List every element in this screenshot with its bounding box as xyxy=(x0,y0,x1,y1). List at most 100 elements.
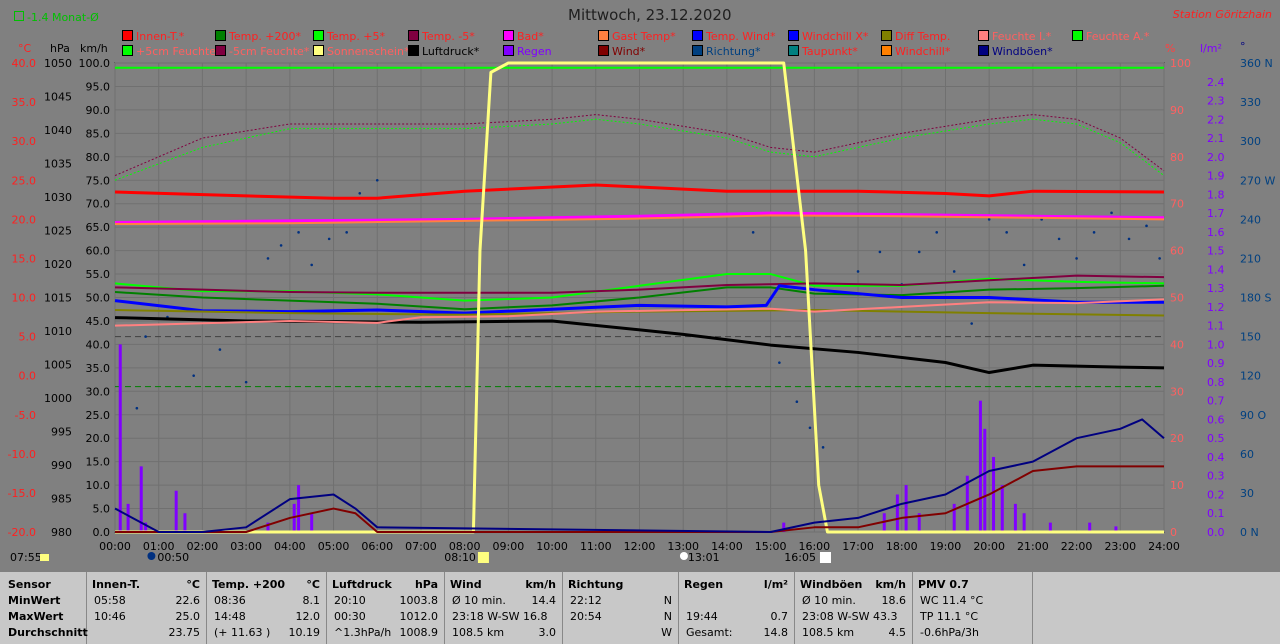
legend-label: Temp. -5* xyxy=(422,30,475,43)
legend-label: Richtung* xyxy=(706,45,761,58)
cell-left: 05:58 xyxy=(94,594,126,607)
row-label: Sensor xyxy=(8,578,51,591)
legend-item: Sonnenschein* xyxy=(313,45,409,58)
axis-tick-label: 1.3 xyxy=(1207,282,1225,295)
legend-label: Sonnenschein* xyxy=(327,45,410,58)
axis-tick-label: 0.9 xyxy=(1207,357,1225,370)
rain-bar xyxy=(1013,503,1017,532)
axis-tick-label: 60 xyxy=(1240,448,1254,461)
direction-point xyxy=(1110,211,1113,215)
sunrise-label: 08:10 xyxy=(444,551,476,564)
rain-bar xyxy=(126,503,130,532)
axis-tick-label: 20.0 xyxy=(86,432,111,445)
legend-item: Bad* xyxy=(503,30,544,43)
axis-tick-label: 100 xyxy=(1170,57,1191,70)
legend-item: +5cm Feuchte* xyxy=(122,45,222,58)
legend-label: Regen xyxy=(517,45,552,58)
axis-tick-label: 30 xyxy=(1240,487,1254,500)
x-tick-label: 02:00 xyxy=(187,540,219,553)
axis-tick-label: 90.0 xyxy=(86,104,111,117)
direction-point xyxy=(1127,237,1131,241)
page-title: Mittwoch, 23.12.2020 xyxy=(568,6,732,24)
rain-bar xyxy=(983,428,987,532)
legend-label: Gast Temp* xyxy=(612,30,676,43)
direction-point xyxy=(917,250,921,254)
direction-point xyxy=(751,231,755,234)
axis-tick-label: 70.0 xyxy=(86,198,111,211)
axis-tick-label: 30.0 xyxy=(86,385,111,398)
rain-bar xyxy=(297,485,301,532)
x-tick-label: 17:00 xyxy=(842,540,874,553)
axis-tick-label: 5.0 xyxy=(93,503,111,516)
axis-tick-label: 0.4 xyxy=(1207,451,1225,464)
axis-tick-label: 1045 xyxy=(44,91,72,104)
axis-tick-label: 20.0 xyxy=(12,213,37,226)
axis-tick-label: 80.0 xyxy=(86,151,111,164)
rain-bar xyxy=(310,513,314,532)
stats-column: Innen-T. °C 05:58 22.6 10:46 25.0 23.75 xyxy=(86,572,207,644)
axis-tick-label: 50.0 xyxy=(86,292,111,305)
axis-tick-label: -20.0 xyxy=(8,526,36,539)
column-header: PMV 0.7 xyxy=(918,578,969,591)
axis-tick-label: 0.3 xyxy=(1207,470,1225,483)
legend-item: Windchill* xyxy=(881,45,950,58)
x-tick-label: 06:00 xyxy=(361,540,393,553)
axis-tick-label: 300 xyxy=(1240,135,1261,148)
row-label: MaxWert xyxy=(8,610,64,623)
x-tick-label: 11:00 xyxy=(580,540,612,553)
sun-icon xyxy=(40,554,49,561)
cell-left: 14:48 xyxy=(214,610,246,623)
axis-tick-label: 1.8 xyxy=(1207,188,1225,201)
axis-tick-label: 95.0 xyxy=(86,80,111,93)
legend-swatch xyxy=(978,30,989,41)
axis-tick-label: 20 xyxy=(1170,432,1184,445)
legend-label: Windchill* xyxy=(895,45,951,58)
legend-label: Wind* xyxy=(612,45,646,58)
cell-right: 1008.9 xyxy=(399,626,439,639)
axis-tick-label: 90 O xyxy=(1240,409,1266,422)
axis-tick-label: 270 W xyxy=(1240,174,1275,187)
rain-bar xyxy=(1000,485,1004,532)
axis-tick-label: 2.4 xyxy=(1207,76,1225,89)
rain-bar xyxy=(174,490,178,532)
legend-swatch xyxy=(881,30,892,41)
stats-column: PMV 0.7 WC 11.4 °C TP 11.1 °C -0.6hPa/3h xyxy=(912,572,1033,644)
unit-hpa: hPa xyxy=(50,42,70,55)
direction-point xyxy=(1005,231,1008,234)
legend-label: Windböen* xyxy=(992,45,1053,58)
x-tick-label: 04:00 xyxy=(274,540,306,553)
axis-tick-label: 2.2 xyxy=(1207,113,1225,126)
axis-tick-label: -15.0 xyxy=(8,487,36,500)
axis-tick-label: 75.0 xyxy=(86,174,111,187)
cell-left: TP 11.1 °C xyxy=(920,610,979,623)
x-tick-label: 19:00 xyxy=(930,540,962,553)
axis-tick-label: 25.0 xyxy=(12,174,37,187)
cell-left: WC 11.4 °C xyxy=(920,594,984,607)
legend-label: Diff Temp. xyxy=(895,30,951,43)
cell-right: 1012.0 xyxy=(399,610,439,623)
x-tick-label: 10:00 xyxy=(536,540,568,553)
column-header: Luftdruck xyxy=(332,578,392,591)
axis-tick-label: 40.0 xyxy=(12,57,37,70)
direction-point xyxy=(345,231,348,234)
column-unit: km/h xyxy=(525,578,556,591)
cell-right: 14.8 xyxy=(763,626,789,639)
cell-right: W xyxy=(661,626,672,639)
axis-tick-label: 1015 xyxy=(44,292,72,305)
legend-swatch xyxy=(1072,30,1083,41)
legend-swatch xyxy=(215,30,226,41)
legend-swatch xyxy=(788,30,799,41)
direction-point xyxy=(821,446,825,449)
x-tick-label: 20:00 xyxy=(973,540,1005,553)
axis-tick-label: 150 xyxy=(1240,331,1261,344)
axis-tick-label: 85.0 xyxy=(86,127,111,140)
legend-label: -5cm Feuchte* xyxy=(229,45,310,58)
axis-tick-label: 70 xyxy=(1170,198,1184,211)
cell-left: 19:44 xyxy=(686,610,718,623)
cell-right: N xyxy=(663,610,672,623)
x-tick-label: 09:00 xyxy=(493,540,525,553)
legend-item: Regen xyxy=(503,45,552,58)
cell-left: ^1.3hPa/h xyxy=(334,626,392,639)
axis-tick-label: 60 xyxy=(1170,245,1184,258)
legend-swatch xyxy=(978,45,989,56)
